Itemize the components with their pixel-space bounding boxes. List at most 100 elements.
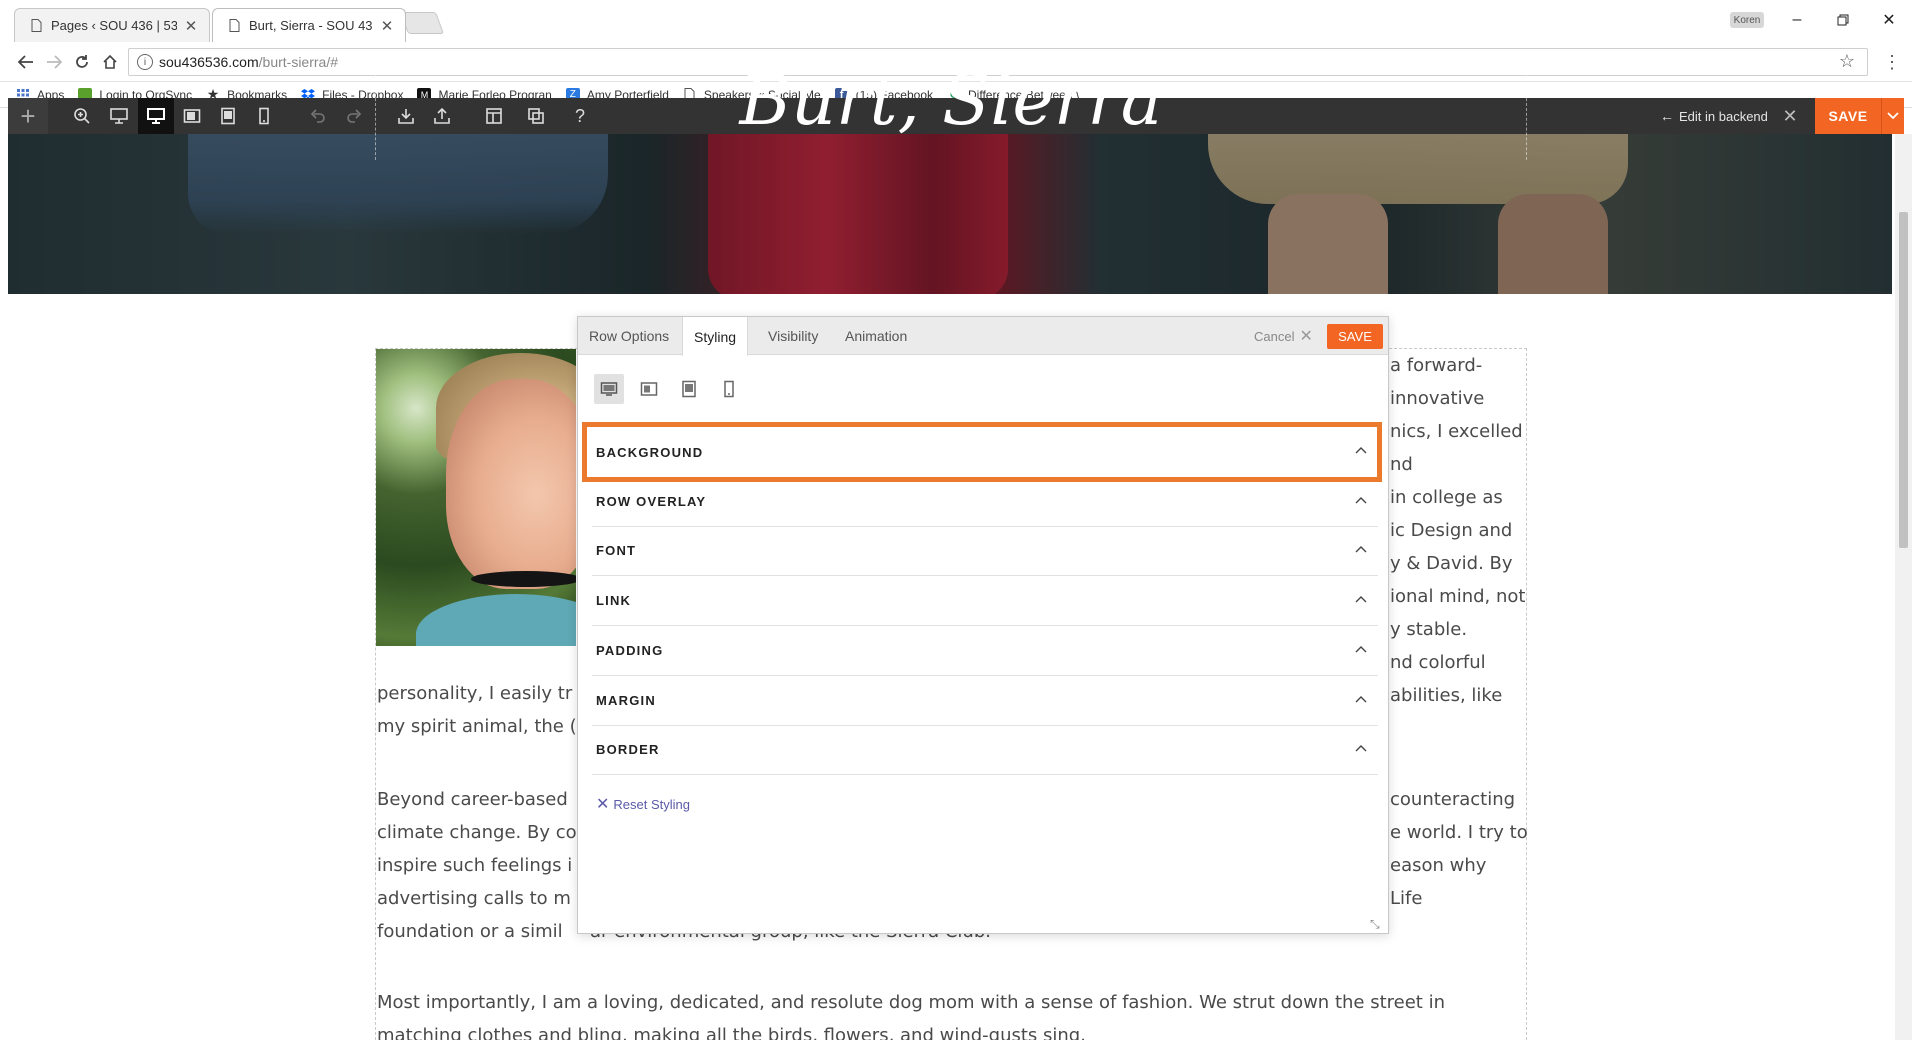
text-line: personality, I easily tr — [377, 683, 573, 704]
cancel-button[interactable]: Cancel ✕ — [1254, 317, 1313, 355]
resize-handle-icon[interactable]: ⤡ — [1370, 917, 1382, 931]
modal-save-button[interactable]: SAVE — [1327, 324, 1383, 349]
save-button[interactable]: SAVE — [1815, 98, 1881, 134]
text-line: nics, I excelled — [1390, 421, 1523, 442]
cancel-label: Cancel — [1254, 328, 1295, 344]
section-label: PADDING — [596, 642, 664, 658]
tab-animation[interactable]: Animation — [834, 317, 918, 355]
text-line: Life — [1390, 888, 1423, 909]
browser-tab-pages[interactable]: Pages ‹ SOU 436 | 536 — ✕ — [14, 8, 210, 42]
text-line: inspire such feelings i — [377, 855, 573, 876]
bookmark-star-icon[interactable]: ☆ — [1839, 51, 1855, 72]
save-options-chevron-down-icon[interactable] — [1881, 98, 1904, 134]
url-host: sou436536.com — [159, 54, 259, 70]
chevron-up-icon — [1354, 693, 1368, 707]
section-label: MARGIN — [596, 692, 656, 708]
text-line: ic Design and — [1390, 520, 1513, 541]
text-line: y & David. By — [1390, 553, 1513, 574]
forward-arrow-icon[interactable] — [40, 48, 68, 76]
chevron-up-icon — [1354, 543, 1368, 557]
restore-icon[interactable] — [1820, 6, 1866, 34]
text-line: innovative — [1390, 388, 1485, 409]
undo-icon[interactable] — [300, 98, 336, 134]
text-line: foundation or a simil — [377, 921, 563, 942]
back-arrow-icon[interactable] — [12, 48, 40, 76]
page-title[interactable]: Burt, Sierra — [375, 50, 1527, 150]
device-tablet-landscape-icon[interactable] — [634, 374, 664, 404]
section-border[interactable]: BORDER — [592, 725, 1378, 776]
page-icon — [227, 19, 241, 33]
device-mobile-icon[interactable] — [714, 374, 744, 404]
text-line: eason why — [1390, 855, 1487, 876]
tablet-portrait-icon[interactable] — [210, 98, 246, 134]
tab-title: Burt, Sierra - SOU 436 | 5 — [249, 18, 373, 33]
new-tab-button[interactable] — [399, 12, 445, 34]
text-line: e world. I try to — [1390, 822, 1528, 843]
url-path: /burt-sierra/# — [258, 54, 338, 70]
mobile-icon[interactable] — [246, 98, 282, 134]
section-padding[interactable]: PADDING — [592, 626, 1378, 676]
add-element-icon[interactable]: + — [8, 98, 48, 134]
tablet-landscape-icon[interactable] — [174, 98, 210, 134]
reset-styling-label: Reset Styling — [613, 796, 690, 812]
text-line: nd — [1390, 454, 1413, 475]
arrow-left-icon: ← — [1660, 108, 1674, 124]
close-icon[interactable]: ✕ — [183, 17, 199, 35]
browser-tab-burt-sierra[interactable]: Burt, Sierra - SOU 436 | 5 ✕ — [212, 8, 406, 42]
reload-icon[interactable] — [68, 48, 96, 76]
close-icon[interactable]: ✕ — [1778, 98, 1802, 134]
background-section-highlight — [582, 422, 1382, 482]
info-icon[interactable]: i — [137, 54, 153, 70]
section-font[interactable]: FONT — [592, 526, 1378, 577]
tab-styling[interactable]: Styling — [682, 317, 749, 356]
profile-photo[interactable] — [376, 349, 576, 646]
chevron-up-icon — [1354, 593, 1368, 607]
section-label: FONT — [596, 543, 637, 559]
chevron-up-icon — [1354, 742, 1368, 756]
edit-in-backend-link[interactable]: ← Edit in backend — [1660, 98, 1768, 134]
text-line: a forward- — [1390, 355, 1483, 376]
device-tablet-portrait-icon[interactable] — [674, 374, 704, 404]
section-label: BORDER — [596, 742, 660, 758]
bio-paragraph-3-line-1: Most importantly, I am a loving, dedicat… — [377, 992, 1445, 1013]
bio-paragraph-3-line-2: matching clothes and bling, making all t… — [377, 1025, 1086, 1040]
section-label: ROW OVERLAY — [596, 493, 707, 509]
text-line: abilities, like — [1390, 685, 1503, 706]
chevron-up-icon — [1354, 494, 1368, 508]
section-row-overlay[interactable]: ROW OVERLAY — [592, 477, 1378, 527]
close-icon: ✕ — [596, 796, 610, 813]
section-link[interactable]: LINK — [592, 576, 1378, 627]
text-line: in college as — [1390, 487, 1503, 508]
redo-icon[interactable] — [336, 98, 372, 134]
close-window-icon[interactable]: ✕ — [1866, 6, 1912, 34]
modal-tab-bar: Row Options Styling Visibility Animation… — [578, 317, 1388, 356]
text-line: nd colorful — [1390, 652, 1486, 673]
close-icon[interactable]: ✕ — [379, 17, 395, 35]
text-line: counteracting — [1390, 789, 1516, 810]
text-line: advertising calls to m — [377, 888, 571, 909]
edit-in-backend-label: Edit in backend — [1679, 108, 1768, 124]
section-margin[interactable]: MARGIN — [592, 676, 1378, 726]
tab-row-options[interactable]: Row Options — [578, 317, 680, 355]
profile-badge[interactable]: Koren — [1730, 12, 1764, 28]
reset-styling-link[interactable]: ✕ Reset Styling — [596, 794, 690, 814]
zoom-icon[interactable] — [64, 98, 100, 134]
home-icon[interactable] — [96, 48, 124, 76]
minimize-icon[interactable]: – — [1774, 6, 1820, 34]
page-icon — [29, 19, 43, 33]
text-line: y stable. — [1390, 619, 1468, 640]
text-line: Beyond career-based — [377, 789, 568, 810]
section-label: LINK — [596, 593, 632, 609]
browser-menu-icon[interactable]: ⋮ — [1880, 48, 1904, 76]
desktop-icon[interactable] — [138, 98, 174, 134]
text-line: ional mind, not — [1390, 586, 1526, 607]
page-scrollbar[interactable] — [1895, 134, 1912, 1040]
browser-tab-strip: Pages ‹ SOU 436 | 536 — ✕ Burt, Sierra -… — [0, 0, 1912, 42]
tab-visibility[interactable]: Visibility — [757, 317, 829, 355]
desktop-wide-icon[interactable] — [101, 98, 137, 134]
text-line: climate change. By co — [377, 822, 577, 843]
scrollbar-thumb[interactable] — [1899, 212, 1908, 548]
close-icon: ✕ — [1299, 328, 1313, 345]
device-desktop-icon[interactable] — [594, 374, 624, 404]
text-line: my spirit animal, the ( — [377, 716, 577, 737]
